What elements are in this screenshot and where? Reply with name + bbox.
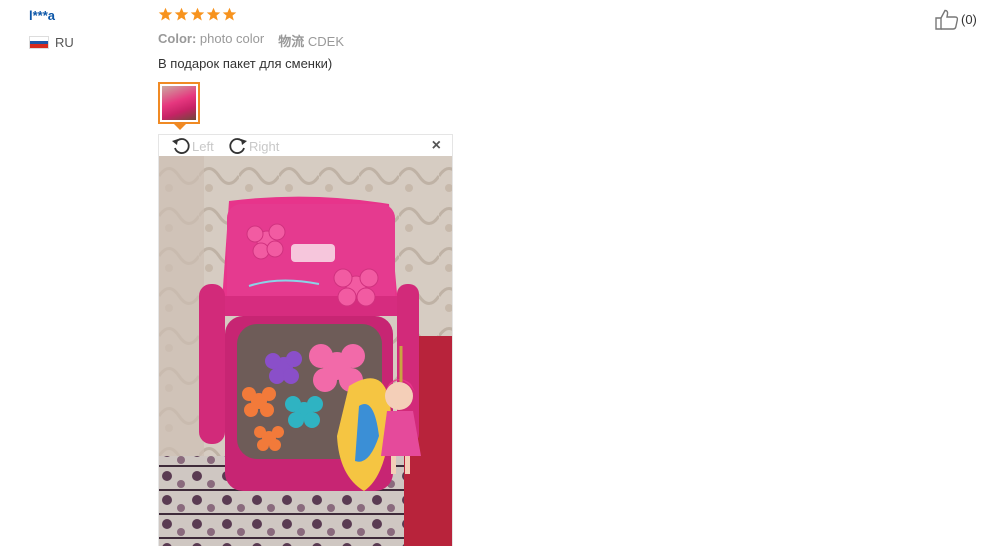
- rotate-right-button[interactable]: Right: [228, 136, 279, 156]
- rotate-left-button[interactable]: Left: [171, 136, 214, 156]
- country-code: RU: [55, 35, 74, 50]
- backpack-photo-illustration: [159, 156, 452, 546]
- thumbnail-image: [162, 86, 196, 120]
- review-photo: [159, 156, 452, 546]
- logistics-value: CDEK: [307, 34, 344, 49]
- star-icon: [206, 7, 221, 21]
- order-info: Color: photo color 物流 CDEK: [158, 31, 344, 50]
- star-icon: [190, 7, 205, 21]
- like-button[interactable]: (0): [935, 9, 977, 30]
- reviewer-name[interactable]: l***a: [29, 8, 55, 23]
- thumbs-up-icon: [935, 9, 959, 30]
- color-value: photo color: [199, 31, 265, 46]
- logistics-info: 物流 CDEK: [278, 31, 344, 50]
- close-viewer-button[interactable]: ×: [432, 138, 441, 154]
- rotate-left-label: Left: [192, 138, 214, 154]
- color-label: Color:: [158, 31, 197, 46]
- star-rating: [158, 7, 237, 22]
- reviewer-country: RU: [29, 35, 74, 50]
- rotate-right-label: Right: [249, 138, 280, 154]
- star-icon: [158, 7, 173, 21]
- review-text: В подарок пакет для сменки): [158, 56, 333, 71]
- star-icon: [222, 7, 237, 21]
- russia-flag-icon: [29, 36, 49, 49]
- color-info: Color: photo color: [158, 31, 264, 50]
- like-count: (0): [961, 12, 977, 27]
- star-icon: [174, 7, 189, 21]
- rotate-left-icon: [172, 138, 190, 154]
- photo-viewer: Left Right ×: [158, 134, 453, 546]
- close-icon: ×: [431, 137, 441, 154]
- viewer-toolbar: Left Right ×: [159, 135, 452, 156]
- review-photo-thumbnail[interactable]: [158, 82, 200, 124]
- rotate-right-icon: [229, 138, 247, 154]
- logistics-label: 物流: [278, 34, 305, 49]
- thumbnail-pointer: [174, 124, 186, 130]
